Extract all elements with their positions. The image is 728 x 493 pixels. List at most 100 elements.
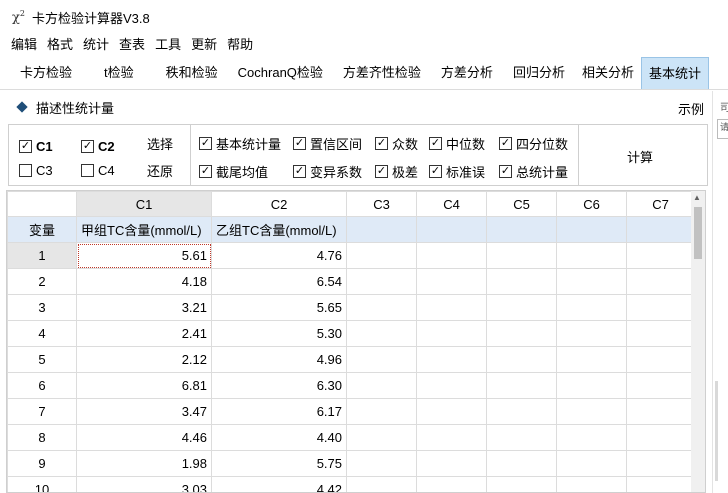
right-panel-input[interactable]: 请: [717, 119, 728, 139]
corner-cell[interactable]: [7, 191, 77, 217]
menu-update[interactable]: 更新: [186, 34, 222, 56]
data-cell[interactable]: [626, 242, 695, 269]
data-cell[interactable]: 3.03: [76, 476, 212, 492]
row-number[interactable]: 5: [7, 346, 77, 373]
tab-cochran-q[interactable]: CochranQ检验: [228, 57, 333, 89]
checkbox-total-stats-box[interactable]: ✓: [499, 165, 512, 178]
variable-name-cell[interactable]: [626, 216, 695, 243]
data-cell[interactable]: 4.46: [76, 424, 212, 451]
row-number[interactable]: 8: [7, 424, 77, 451]
data-cell[interactable]: [626, 476, 695, 492]
data-cell[interactable]: [486, 372, 557, 399]
checkbox-total-stats[interactable]: ✓ 总统计量: [499, 162, 568, 181]
scrollbar-thumb[interactable]: [694, 207, 702, 259]
data-cell[interactable]: [556, 294, 627, 321]
data-cell[interactable]: 4.18: [76, 268, 212, 295]
data-cell[interactable]: [416, 346, 487, 373]
data-cell[interactable]: 5.61: [76, 242, 212, 269]
tab-basic-stats[interactable]: 基本统计: [640, 57, 709, 89]
data-cell[interactable]: [486, 320, 557, 347]
data-cell[interactable]: [556, 476, 627, 492]
data-cell[interactable]: [346, 424, 417, 451]
variable-name-cell[interactable]: [346, 216, 417, 243]
menu-lookup-table[interactable]: 查表: [114, 34, 150, 56]
data-cell[interactable]: [626, 450, 695, 477]
checkbox-median-box[interactable]: ✓: [429, 137, 442, 150]
checkbox-range[interactable]: ✓ 极差: [375, 162, 418, 181]
data-cell[interactable]: [416, 372, 487, 399]
checkbox-c4[interactable]: C4: [81, 163, 115, 178]
column-header-c4[interactable]: C4: [416, 191, 487, 217]
checkbox-c3[interactable]: C3: [19, 163, 53, 178]
variable-name-cell[interactable]: 乙组TC含量(mmol/L): [211, 216, 347, 243]
data-cell[interactable]: [486, 346, 557, 373]
column-header-c7[interactable]: C7: [626, 191, 695, 217]
data-cell[interactable]: [486, 268, 557, 295]
checkbox-c2-box[interactable]: ✓: [81, 140, 94, 153]
data-cell[interactable]: [556, 242, 627, 269]
data-cell[interactable]: [486, 450, 557, 477]
data-cell[interactable]: [416, 424, 487, 451]
data-cell[interactable]: [486, 294, 557, 321]
data-cell[interactable]: 5.65: [211, 294, 347, 321]
data-cell[interactable]: [626, 268, 695, 295]
restore-button[interactable]: 还原: [147, 161, 173, 180]
checkbox-confidence-interval-box[interactable]: ✓: [293, 137, 306, 150]
checkbox-c4-box[interactable]: [81, 164, 94, 177]
checkbox-confidence-interval[interactable]: ✓ 置信区间: [293, 134, 362, 153]
scroll-up-arrow-icon[interactable]: ▲: [693, 193, 701, 202]
data-cell[interactable]: 4.42: [211, 476, 347, 492]
row-number[interactable]: 9: [7, 450, 77, 477]
column-header-c6[interactable]: C6: [556, 191, 627, 217]
data-cell[interactable]: [626, 346, 695, 373]
tab-t-test[interactable]: t检验: [82, 57, 156, 89]
data-cell[interactable]: [556, 320, 627, 347]
data-cell[interactable]: [346, 242, 417, 269]
data-cell[interactable]: 2.41: [76, 320, 212, 347]
data-cell[interactable]: [556, 372, 627, 399]
row-number[interactable]: 7: [7, 398, 77, 425]
data-cell[interactable]: [416, 320, 487, 347]
checkbox-basic-stats[interactable]: ✓ 基本统计量: [199, 134, 281, 153]
data-cell[interactable]: 5.75: [211, 450, 347, 477]
data-cell[interactable]: 6.30: [211, 372, 347, 399]
menu-tools[interactable]: 工具: [150, 34, 186, 56]
checkbox-std-error-box[interactable]: ✓: [429, 165, 442, 178]
data-cell[interactable]: [556, 450, 627, 477]
select-button[interactable]: 选择: [147, 134, 173, 153]
data-cell[interactable]: 4.40: [211, 424, 347, 451]
checkbox-cv-box[interactable]: ✓: [293, 165, 306, 178]
checkbox-std-error[interactable]: ✓ 标准误: [429, 162, 485, 181]
calculate-button[interactable]: 计算: [627, 147, 653, 166]
menu-statistics[interactable]: 统计: [78, 34, 114, 56]
data-cell[interactable]: [486, 424, 557, 451]
data-cell[interactable]: [626, 372, 695, 399]
data-cell[interactable]: [626, 294, 695, 321]
menu-edit[interactable]: 编辑: [6, 34, 42, 56]
row-number[interactable]: 3: [7, 294, 77, 321]
column-header-c5[interactable]: C5: [486, 191, 557, 217]
data-cell[interactable]: 4.96: [211, 346, 347, 373]
checkbox-c1-box[interactable]: ✓: [19, 140, 32, 153]
variable-name-cell[interactable]: [416, 216, 487, 243]
data-cell[interactable]: [346, 476, 417, 492]
data-cell[interactable]: [416, 294, 487, 321]
data-cell[interactable]: [346, 372, 417, 399]
data-cell[interactable]: [556, 398, 627, 425]
checkbox-mode[interactable]: ✓ 众数: [375, 134, 418, 153]
variable-name-cell[interactable]: [486, 216, 557, 243]
row-number[interactable]: 1: [7, 242, 77, 269]
data-cell[interactable]: [416, 268, 487, 295]
checkbox-c3-box[interactable]: [19, 164, 32, 177]
checkbox-trimmed-mean[interactable]: ✓ 截尾均值: [199, 162, 268, 181]
data-cell[interactable]: 2.12: [76, 346, 212, 373]
tab-anova[interactable]: 方差分析: [431, 57, 503, 89]
data-cell[interactable]: 3.47: [76, 398, 212, 425]
checkbox-quartile-box[interactable]: ✓: [499, 137, 512, 150]
grid-vertical-scrollbar[interactable]: ▲: [691, 191, 705, 492]
data-cell[interactable]: [416, 242, 487, 269]
checkbox-basic-stats-box[interactable]: ✓: [199, 137, 212, 150]
tab-regression[interactable]: 回归分析: [503, 57, 575, 89]
data-cell[interactable]: 6.81: [76, 372, 212, 399]
data-cell[interactable]: 6.54: [211, 268, 347, 295]
